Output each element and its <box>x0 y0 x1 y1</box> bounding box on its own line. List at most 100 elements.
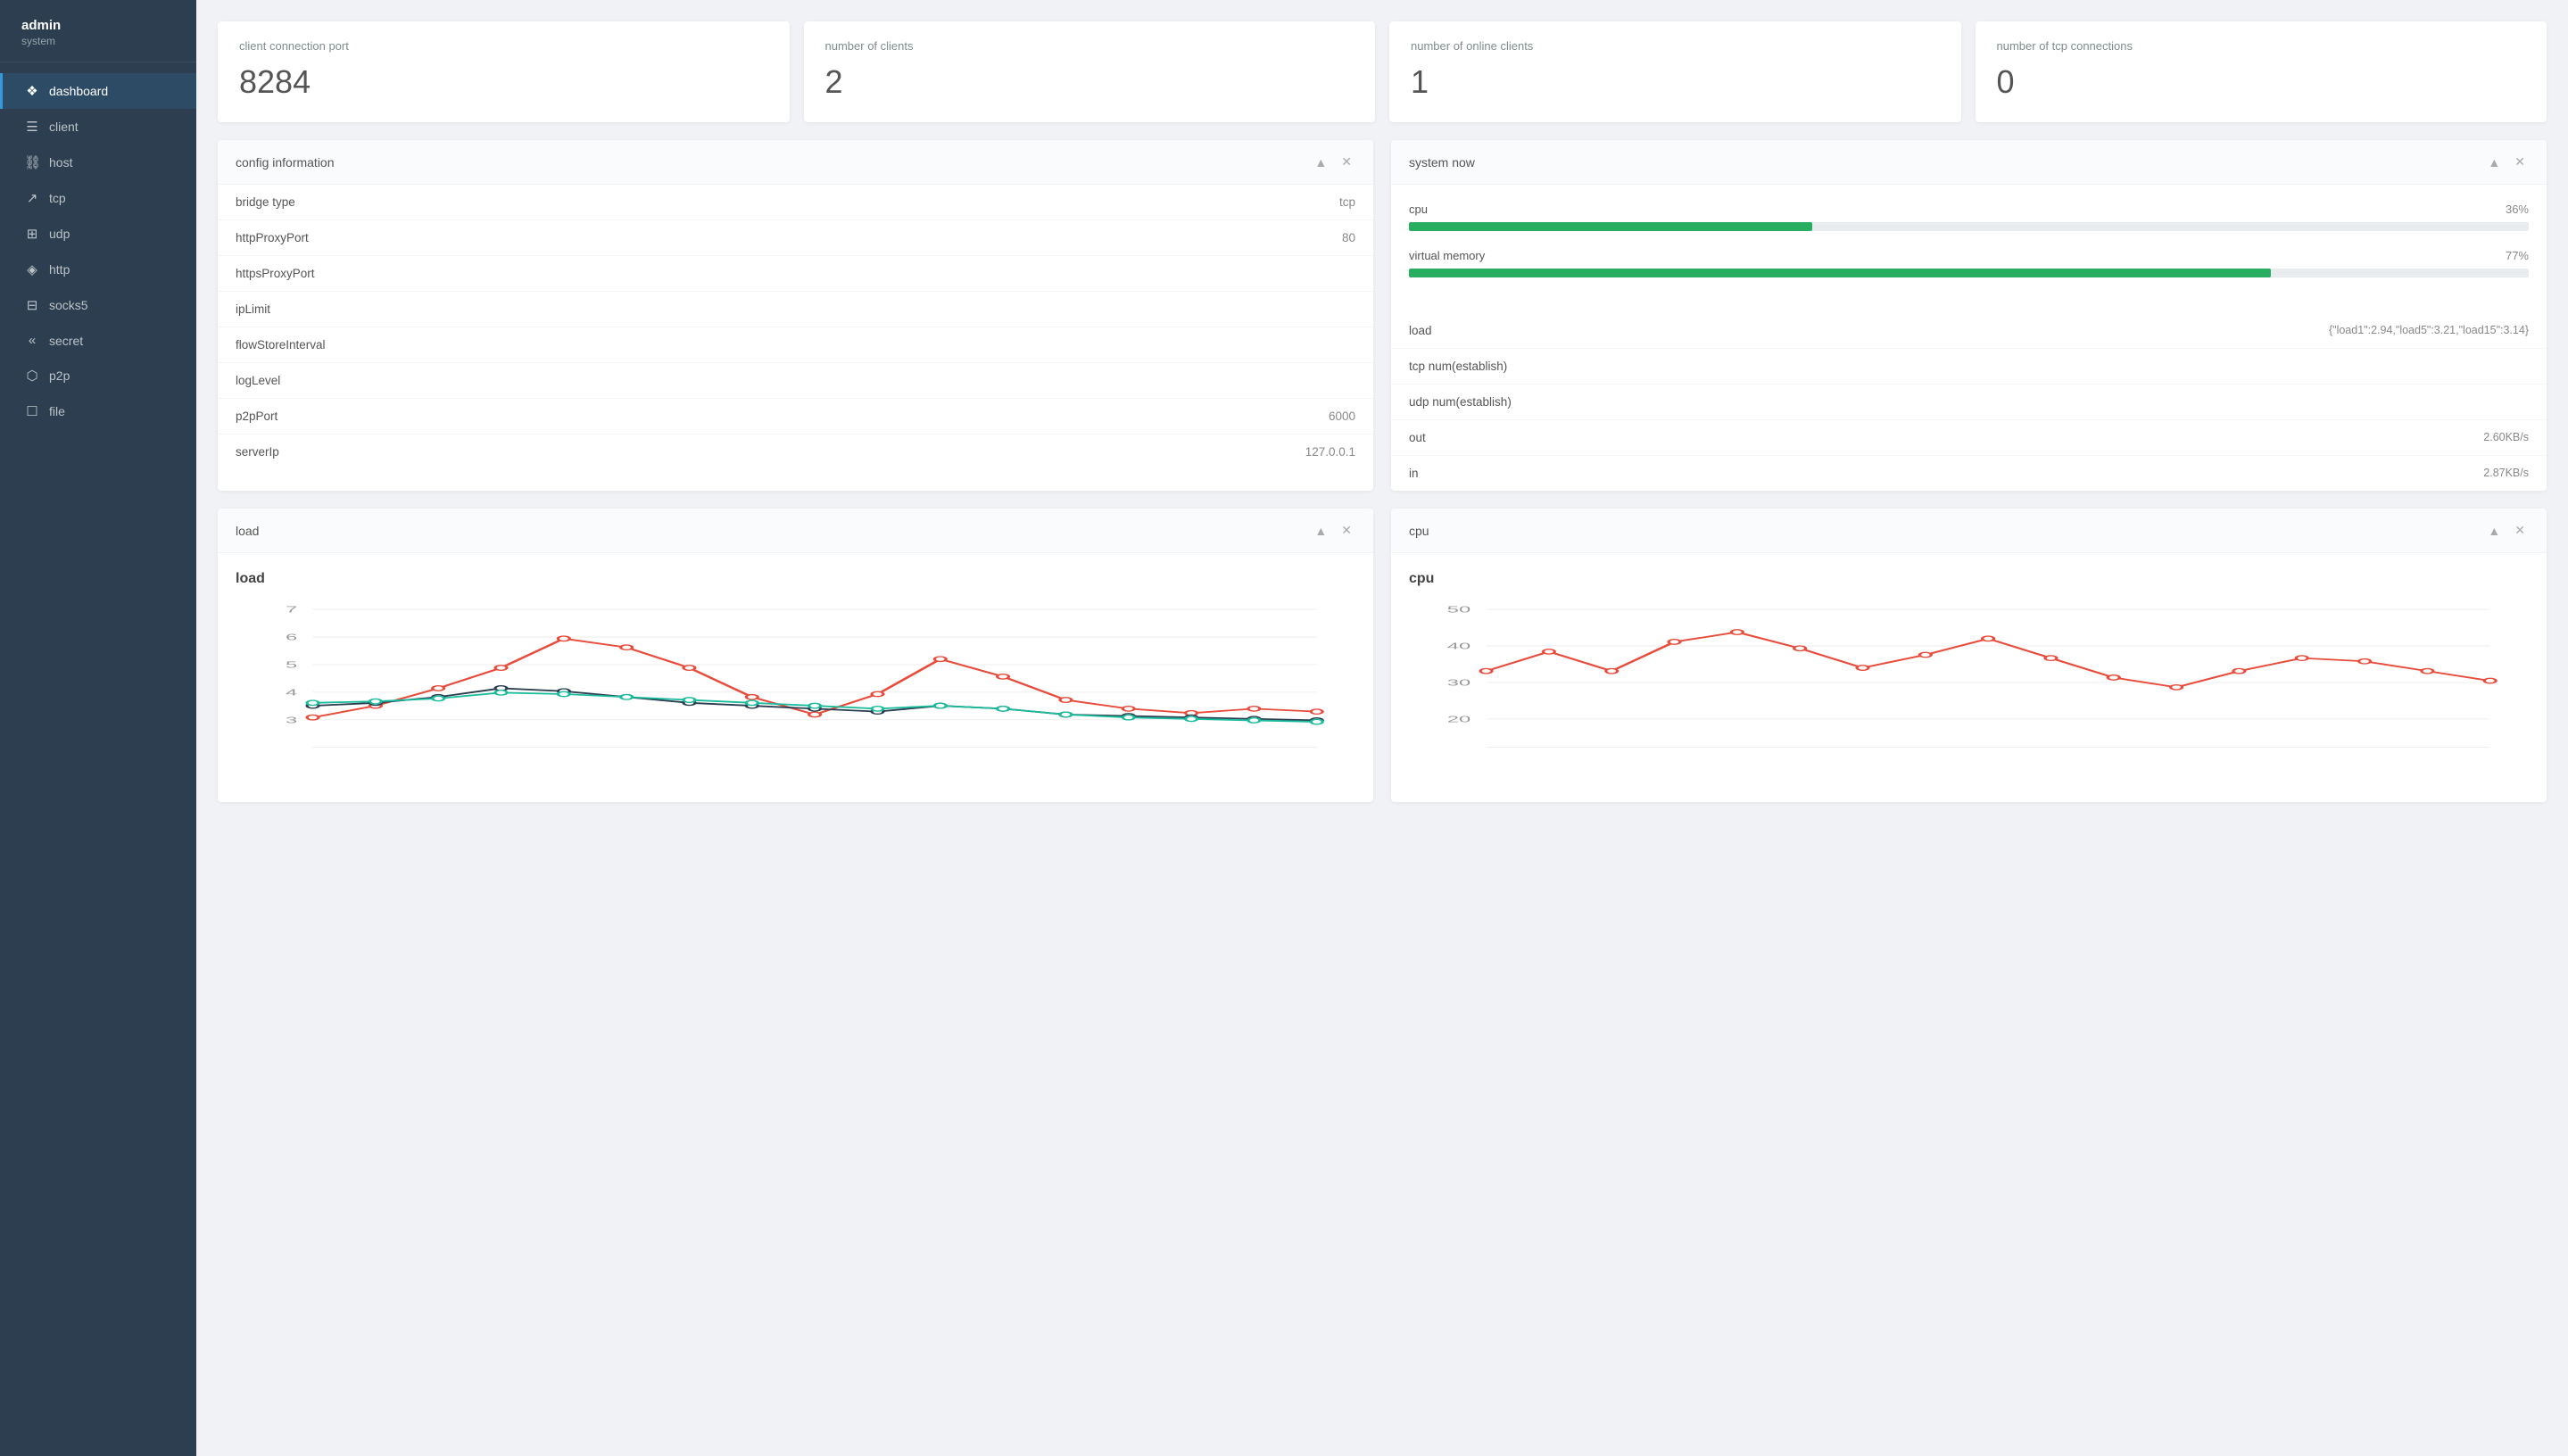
stat-title-number-of-tcp-connections: number of tcp connections <box>1997 39 2526 53</box>
http-icon: ◈ <box>24 261 40 277</box>
cpu-pct: 36% <box>2506 203 2529 216</box>
cpu-panel: cpu ▲ ✕ cpu 50 40 3 <box>1391 509 2547 802</box>
sidebar-label-client: client <box>49 120 79 134</box>
config-panel: config information ▲ ✕ bridge type tcp h… <box>218 140 1373 491</box>
info-table: load {"load1":2.94,"load5":3.21,"load15"… <box>1391 313 2547 491</box>
config-row: httpsProxyPort <box>218 256 1373 292</box>
system-now-panel-controls: ▲ ✕ <box>2484 153 2529 171</box>
sidebar-item-tcp[interactable]: ↗tcp <box>0 180 196 216</box>
config-val: 6000 <box>1329 410 1355 423</box>
cpu-panel-controls: ▲ ✕ <box>2484 521 2529 540</box>
cpu-panel-header: cpu ▲ ✕ <box>1391 509 2547 553</box>
cpu-label: cpu <box>1409 203 1428 216</box>
cpu-progress-fill <box>1409 222 1812 231</box>
svg-text:30: 30 <box>1447 677 1470 688</box>
config-key: httpsProxyPort <box>236 267 315 280</box>
sidebar-item-host[interactable]: ⛓host <box>0 145 196 180</box>
sidebar-item-file[interactable]: ☐file <box>0 393 196 429</box>
stat-value-number-of-tcp-connections: 0 <box>1997 63 2526 101</box>
svg-text:6: 6 <box>286 632 297 642</box>
config-key: logLevel <box>236 374 280 387</box>
config-panel-title: config information <box>236 155 335 170</box>
load-chart-body: load 7 6 5 4 3 <box>218 553 1373 802</box>
p2p-icon: ⬡ <box>24 368 40 384</box>
udp-icon: ⊞ <box>24 226 40 242</box>
load-chart-svg: 7 6 5 4 3 <box>236 601 1355 780</box>
load-panel-title: load <box>236 524 259 538</box>
sidebar-item-http[interactable]: ◈http <box>0 252 196 287</box>
config-val: 127.0.0.1 <box>1305 445 1355 459</box>
info-row: tcp num(establish) <box>1391 348 2547 384</box>
config-panel-header: config information ▲ ✕ <box>218 140 1373 185</box>
cpu-progress-bg <box>1409 222 2529 231</box>
config-key: flowStoreInterval <box>236 338 326 352</box>
sidebar-item-socks5[interactable]: ⊟socks5 <box>0 287 196 323</box>
stat-title-number-of-clients: number of clients <box>825 39 1354 53</box>
host-icon: ⛓ <box>24 154 40 170</box>
dashboard-icon: ❖ <box>24 83 40 99</box>
main-content: client connection port 8284 number of cl… <box>196 0 2568 1456</box>
sidebar-item-dashboard[interactable]: ❖ dashboard <box>0 73 196 109</box>
config-row: serverIp 127.0.0.1 <box>218 434 1373 469</box>
load-chart-title: load <box>236 571 1355 587</box>
config-key: ipLimit <box>236 302 270 316</box>
config-collapse-btn[interactable]: ▲ <box>1311 153 1330 171</box>
cpu-metric: cpu 36% <box>1409 203 2529 231</box>
config-row: flowStoreInterval <box>218 327 1373 363</box>
svg-text:7: 7 <box>286 604 297 615</box>
config-val: tcp <box>1339 195 1355 209</box>
client-icon: ☰ <box>24 119 40 135</box>
sidebar-label-dashboard: dashboard <box>49 84 108 98</box>
stat-card-number-of-tcp-connections: number of tcp connections 0 <box>1976 21 2547 122</box>
load-collapse-btn[interactable]: ▲ <box>1311 522 1330 540</box>
config-row: p2pPort 6000 <box>218 399 1373 434</box>
svg-text:3: 3 <box>286 715 297 725</box>
info-val: 2.87KB/s <box>2483 467 2529 480</box>
cpu-close-btn[interactable]: ✕ <box>2511 521 2529 540</box>
system-now-collapse-btn[interactable]: ▲ <box>2484 153 2504 171</box>
sidebar-label-p2p: p2p <box>49 368 70 383</box>
sidebar-item-p2p[interactable]: ⬡ p2p <box>0 358 196 393</box>
admin-name: admin <box>21 18 175 33</box>
sidebar-item-udp[interactable]: ⊞ udp <box>0 216 196 252</box>
config-key: bridge type <box>236 195 295 209</box>
stat-title-number-of-online-clients: number of online clients <box>1411 39 1940 53</box>
info-row: udp num(establish) <box>1391 384 2547 419</box>
system-now-panel-title: system now <box>1409 155 1475 170</box>
stat-value-number-of-online-clients: 1 <box>1411 63 1940 101</box>
stat-card-number-of-online-clients: number of online clients 1 <box>1389 21 1961 122</box>
config-close-btn[interactable]: ✕ <box>1338 153 1355 171</box>
config-row: httpProxyPort 80 <box>218 220 1373 256</box>
system-now-close-btn[interactable]: ✕ <box>2511 153 2529 171</box>
cpu-chart-body: cpu 50 40 30 20 <box>1391 553 2547 802</box>
info-key: tcp num(establish) <box>1409 360 1507 373</box>
sidebar-label-udp: udp <box>49 227 70 241</box>
load-panel-header: load ▲ ✕ <box>218 509 1373 553</box>
panels-row-2: load ▲ ✕ load 7 6 <box>218 509 2547 802</box>
info-row: out 2.60KB/s <box>1391 419 2547 455</box>
cpu-collapse-btn[interactable]: ▲ <box>2484 522 2504 540</box>
load-close-btn[interactable]: ✕ <box>1338 521 1355 540</box>
info-key: udp num(establish) <box>1409 395 1512 409</box>
system-now-panel: system now ▲ ✕ cpu 36% <box>1391 140 2547 491</box>
config-row: ipLimit <box>218 292 1373 327</box>
cpu-panel-title: cpu <box>1409 524 1429 538</box>
svg-text:50: 50 <box>1447 604 1470 615</box>
info-key: load <box>1409 324 1432 337</box>
sidebar-item-client[interactable]: ☰ client <box>0 109 196 145</box>
cpu-chart-svg: 50 40 30 20 <box>1409 601 2529 780</box>
load-panel: load ▲ ✕ load 7 6 <box>218 509 1373 802</box>
sidebar-label-secret: secret <box>49 334 83 348</box>
cpu-chart-container: 50 40 30 20 <box>1409 601 2529 784</box>
stat-cards: client connection port 8284 number of cl… <box>218 21 2547 122</box>
sidebar-item-secret[interactable]: «secret <box>0 323 196 358</box>
config-row: logLevel <box>218 363 1373 399</box>
stat-value-client-connection-port: 8284 <box>239 63 768 101</box>
stat-card-client-connection-port: client connection port 8284 <box>218 21 790 122</box>
tcp-icon: ↗ <box>24 190 40 206</box>
vmem-label: virtual memory <box>1409 249 1485 262</box>
sidebar-header: admin system <box>0 0 196 62</box>
config-table: bridge type tcp httpProxyPort 80 httpsPr… <box>218 185 1373 469</box>
admin-role: system <box>21 35 175 47</box>
stat-title-client-connection-port: client connection port <box>239 39 768 53</box>
